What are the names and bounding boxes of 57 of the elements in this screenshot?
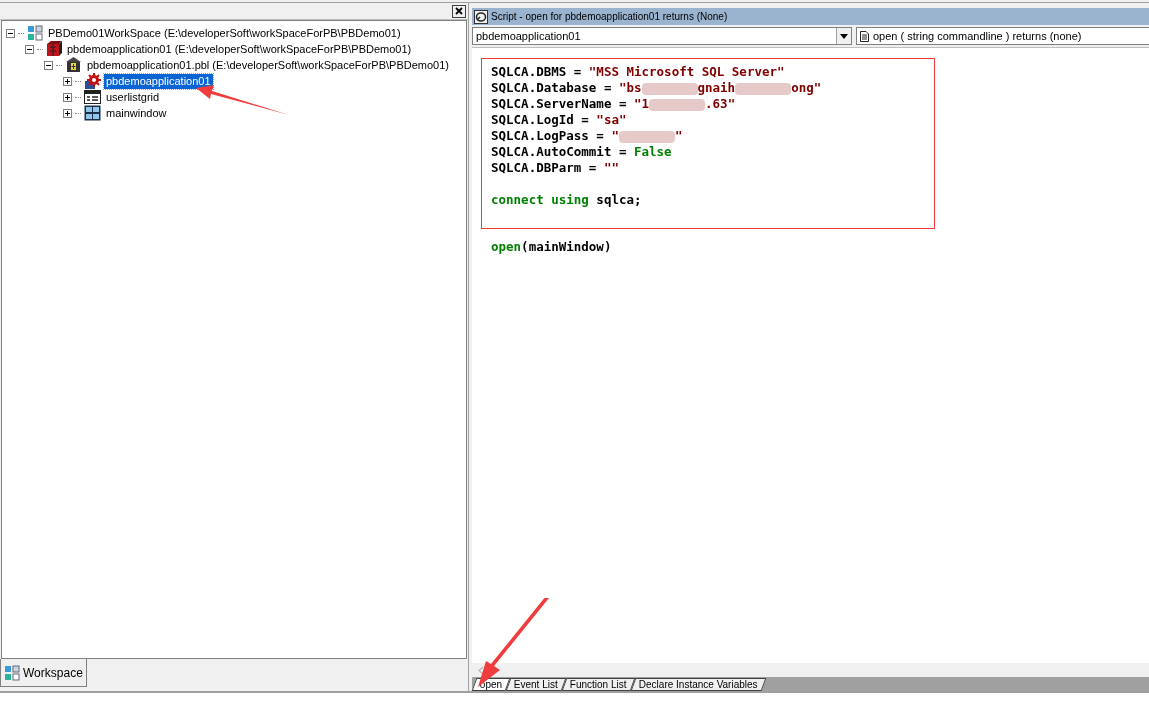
tree-item[interactable]: pbdemoapplication01 (E:\developerSoft\workSpaceForPB\PBDemo01) xyxy=(65,41,414,57)
code-text: SQLCA.ServerName = xyxy=(491,96,628,111)
dropdown-arrow-icon xyxy=(840,33,848,39)
code-text: SQLCA.DBParm = xyxy=(491,160,598,175)
code-string: "sa" xyxy=(596,112,627,127)
script-icon xyxy=(474,9,488,24)
code-text: SQLCA.LogId = xyxy=(491,112,590,127)
cube-icon xyxy=(46,41,62,57)
event-dropdown[interactable]: open ( string commandline ) returns (none) xyxy=(856,27,1149,45)
blur-redaction xyxy=(641,82,698,95)
object-dropdown[interactable]: pbdemoapplication01 xyxy=(472,27,852,45)
script-tab[interactable]: Function List xyxy=(561,678,636,691)
code-keyword: connect using xyxy=(491,192,589,207)
grid-icon xyxy=(84,89,101,105)
script-tab[interactable]: Declare Instance Variables xyxy=(630,678,766,691)
workspace-icon xyxy=(27,25,43,41)
workspace-tab[interactable]: Workspace xyxy=(0,659,87,687)
close-button[interactable] xyxy=(452,4,466,18)
code-string: gnaih xyxy=(697,80,736,95)
gear-icon xyxy=(84,73,101,89)
code-string: "1 xyxy=(634,96,650,111)
document-icon xyxy=(860,30,869,42)
code-text: sqlca; xyxy=(595,192,642,207)
tree-item[interactable]: userlistgrid xyxy=(104,89,162,105)
blur-redaction xyxy=(735,82,792,95)
library-icon xyxy=(65,57,82,73)
workspace-icon xyxy=(4,664,20,681)
code-string: "bs xyxy=(618,80,642,95)
expand-toggle[interactable] xyxy=(63,76,72,86)
code-text: SQLCA.AutoCommit = xyxy=(491,144,628,159)
code-string: "MSS Microsoft SQL Server" xyxy=(588,64,785,79)
close-icon xyxy=(455,7,463,15)
expand-toggle[interactable] xyxy=(63,92,72,102)
code-text: SQLCA.Database = xyxy=(491,80,613,95)
blur-redaction xyxy=(618,130,675,143)
collapse-toggle[interactable] xyxy=(25,44,34,54)
collapse-toggle[interactable] xyxy=(6,28,15,38)
expand-toggle[interactable] xyxy=(63,108,72,118)
code-string: ong" xyxy=(791,80,822,95)
tree-item[interactable]: PBDemo01WorkSpace (E:\developerSoft\workSpaceForPB\PBDemo01) xyxy=(46,25,403,41)
script-title: Script - open for pbdemoapplication01 returns (None) xyxy=(491,10,728,24)
script-tab[interactable]: Event List xyxy=(505,678,567,691)
code-string: .63" xyxy=(705,96,736,111)
code-string: " xyxy=(611,128,619,143)
tree-item[interactable]: pbdemoapplication01 xyxy=(104,73,213,89)
tree-item[interactable]: mainwindow xyxy=(104,105,169,121)
code-string: "" xyxy=(603,160,619,175)
window-icon xyxy=(84,105,101,121)
code-text: SQLCA.LogPass = xyxy=(491,128,605,143)
code-string: " xyxy=(674,128,683,143)
tree-item[interactable]: pbdemoapplication01.pbl (E:\developerSoft\workSpaceForPB\PBDemo01) xyxy=(85,57,451,73)
code-text: (mainWindow) xyxy=(521,239,612,254)
code-text: SQLCA.DBMS = xyxy=(491,64,583,79)
collapse-toggle[interactable] xyxy=(44,60,53,70)
blur-redaction xyxy=(649,98,706,111)
code-keyword: False xyxy=(634,144,672,159)
code-keyword: open xyxy=(491,239,522,254)
